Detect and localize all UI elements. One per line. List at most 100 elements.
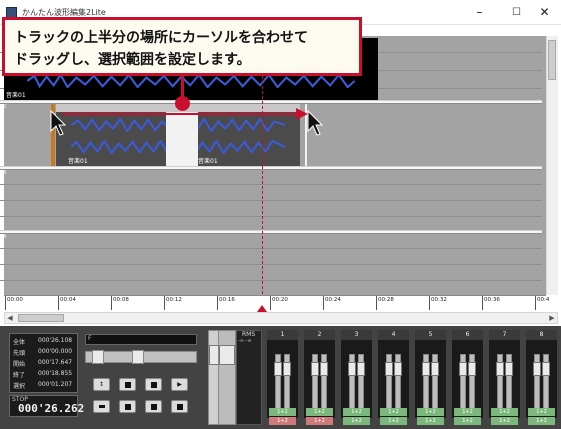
- horizontal-scrollbar[interactable]: [4, 312, 558, 324]
- next-button[interactable]: [145, 400, 162, 413]
- vertical-scroll-thumb[interactable]: [548, 40, 556, 80]
- channel-strip: 5 1+2 1+2: [415, 330, 446, 428]
- slider-knob[interactable]: [92, 350, 104, 364]
- channel-route[interactable]: 1+2: [417, 408, 444, 416]
- scroll-right-icon[interactable]: ▶: [546, 312, 558, 324]
- end-button[interactable]: [171, 400, 188, 413]
- rewind-button[interactable]: [119, 378, 136, 391]
- info-row: 終了 000'18.855: [13, 370, 73, 379]
- callout-line-1: トラックの上半分の場所にカーソルを合わせて: [14, 30, 308, 46]
- ruler-tick: [5, 296, 6, 310]
- ruler-tick: [482, 296, 483, 310]
- horizontal-scroll-thumb[interactable]: [18, 314, 64, 322]
- channel-route[interactable]: 1+2: [306, 408, 333, 416]
- channel-body: [489, 340, 520, 418]
- channel-route[interactable]: 1+2: [380, 408, 407, 416]
- channel-fader-knob[interactable]: [422, 362, 430, 376]
- track-guide: [0, 280, 542, 281]
- ruler-tick: [376, 296, 377, 310]
- minimize-button[interactable]: –: [463, 0, 496, 25]
- channel-number: 2: [304, 330, 335, 340]
- channel-fader-knob[interactable]: [505, 362, 513, 376]
- playback-counter: 000'26.262: [18, 402, 85, 415]
- close-button[interactable]: ✕: [528, 0, 561, 25]
- prev-button[interactable]: [119, 400, 136, 413]
- clip-label: 音楽01: [6, 92, 26, 99]
- ruler-tick: [270, 296, 271, 310]
- channel-fader-knob[interactable]: [394, 362, 402, 376]
- play-button[interactable]: ▶: [171, 378, 188, 391]
- mouse-cursor-icon: [50, 110, 66, 136]
- channel-route[interactable]: 1+2: [343, 417, 370, 425]
- channel-route[interactable]: 1+2: [528, 408, 555, 416]
- channel-fader-knob[interactable]: [283, 362, 291, 376]
- channel-fader-knob[interactable]: [348, 362, 356, 376]
- ruler-tick-label: 00:28: [378, 297, 394, 303]
- channel-route[interactable]: 1+2: [454, 408, 481, 416]
- channel-fader-knob[interactable]: [320, 362, 328, 376]
- ruler-tick: [323, 296, 324, 310]
- rms-values: -∞ -∞: [238, 338, 252, 344]
- channel-route[interactable]: 1+2: [343, 408, 370, 416]
- channel-body: [452, 340, 483, 418]
- scroll-left-icon[interactable]: ◀: [4, 312, 16, 324]
- channel-body: [415, 340, 446, 418]
- track-guide: [0, 200, 542, 201]
- track-separator: [0, 166, 542, 170]
- channel-fader-knob[interactable]: [542, 362, 550, 376]
- channel-fader-knob[interactable]: [496, 362, 504, 376]
- channel-fader-knob[interactable]: [533, 362, 541, 376]
- ruler-tick: [58, 296, 59, 310]
- channel-route[interactable]: 1+2: [269, 408, 296, 416]
- channel-route[interactable]: 1+2: [491, 408, 518, 416]
- channel-strip: 1 1+2 1+2: [267, 330, 298, 428]
- channel-number: 3: [341, 330, 372, 340]
- channel-route[interactable]: 1+2: [380, 417, 407, 425]
- track-3-number: 3: [3, 170, 7, 176]
- channel-route[interactable]: 1+2: [269, 417, 296, 425]
- channel-route[interactable]: 1+2: [417, 417, 444, 425]
- ruler-tick-label: 00:20: [272, 297, 288, 303]
- channel-number: 8: [526, 330, 557, 340]
- channel-fader-knob[interactable]: [459, 362, 467, 376]
- channel-body: [341, 340, 372, 418]
- slider-knob[interactable]: [132, 350, 144, 364]
- stop-button[interactable]: [145, 378, 162, 391]
- channel-fader-knob[interactable]: [385, 362, 393, 376]
- ruler-tick-label: 00:32: [431, 297, 447, 303]
- ruler-tick-label: 00:04: [60, 297, 76, 303]
- channel-fader-knob[interactable]: [311, 362, 319, 376]
- channel-number: 1: [267, 330, 298, 340]
- ruler-tick-label: 00:08: [113, 297, 129, 303]
- channel-fader-knob[interactable]: [431, 362, 439, 376]
- channel-body: [526, 340, 557, 418]
- track-guide: [0, 248, 542, 249]
- ruler-tick-label: 00:16: [219, 297, 235, 303]
- track-4-number: 4: [3, 234, 7, 240]
- channel-fader-knob[interactable]: [468, 362, 476, 376]
- channel-body: [304, 340, 335, 418]
- callout-line-2: ドラッグし、選択範囲を設定します。: [14, 52, 251, 68]
- info-row: 全体 000'26.108: [13, 337, 73, 346]
- ruler-tick-label: 00:12: [166, 297, 182, 303]
- channel-fader-knob[interactable]: [274, 362, 282, 376]
- channel-body: [267, 340, 298, 418]
- callout-pointer-dot: [175, 96, 190, 111]
- channel-route[interactable]: 1+2: [454, 417, 481, 425]
- info-row: 選択 000'01.207: [13, 381, 73, 390]
- channel-number: 7: [489, 330, 520, 340]
- channel-route[interactable]: 1+2: [528, 417, 555, 425]
- ruler-tick: [164, 296, 165, 310]
- channel-fader-knob[interactable]: [357, 362, 365, 376]
- channel-number: 5: [415, 330, 446, 340]
- channel-route[interactable]: 1+2: [306, 417, 333, 425]
- ruler-tick: [111, 296, 112, 310]
- playhead-marker[interactable]: [257, 305, 267, 312]
- channel-route[interactable]: 1+2: [491, 417, 518, 425]
- loop-button[interactable]: ↕: [93, 378, 110, 391]
- record-button[interactable]: [93, 400, 110, 413]
- channel-strip: 3 1+2 1+2: [341, 330, 372, 428]
- track-guide: [0, 264, 542, 265]
- master-fader-knob[interactable]: [219, 345, 235, 365]
- track-guide: [0, 184, 542, 185]
